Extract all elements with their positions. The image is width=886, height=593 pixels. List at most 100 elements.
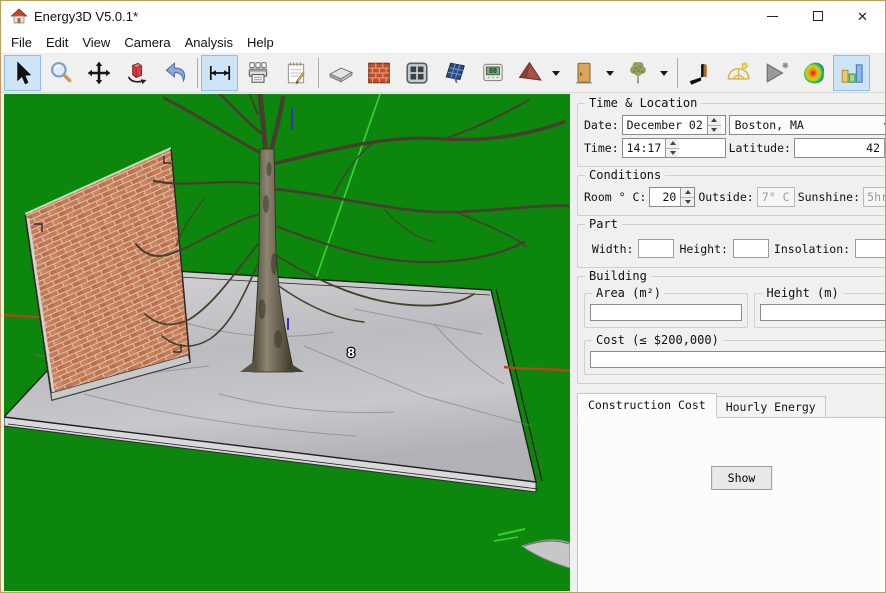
- wall-corner-icon: [687, 60, 713, 86]
- measure-tool-button[interactable]: [201, 55, 238, 91]
- building-area-subgroup: Area (m²): [584, 293, 748, 328]
- room-temp-spinner[interactable]: 20: [649, 187, 695, 207]
- sun-path-button[interactable]: [719, 55, 756, 91]
- app-house-icon: [10, 7, 28, 25]
- sunshine-field: 5hrs: [863, 187, 886, 207]
- undo-button[interactable]: [156, 55, 193, 91]
- menu-edit[interactable]: Edit: [39, 33, 75, 52]
- toolbar-separator: [677, 58, 678, 88]
- latitude-spinner[interactable]: 42: [794, 138, 886, 158]
- tab-construction-cost[interactable]: Construction Cost: [577, 393, 717, 418]
- solar-panel-tool-button[interactable]: [436, 55, 473, 91]
- select-tool-button[interactable]: [4, 55, 41, 91]
- show-button[interactable]: Show: [711, 466, 773, 490]
- city-select[interactable]: Boston, MA: [729, 115, 886, 135]
- annotation-button[interactable]: [277, 55, 314, 91]
- time-spin-down[interactable]: [666, 149, 679, 158]
- sensor-tool-button[interactable]: 88: [474, 55, 511, 91]
- time-value[interactable]: 14:17: [623, 139, 666, 157]
- printer-icon: [245, 60, 271, 86]
- menu-help[interactable]: Help: [240, 33, 281, 52]
- solar-panel-icon: [442, 60, 468, 86]
- menu-bar: File Edit View Camera Analysis Help: [1, 31, 885, 53]
- conditions-group: Conditions Room ° C: 20 Outside: 7° C Su…: [577, 175, 886, 216]
- animate-sun-button[interactable]: [757, 55, 794, 91]
- rotate-box-icon: [124, 60, 150, 86]
- date-label: Date:: [584, 118, 619, 132]
- tree-dropdown-icon[interactable]: [660, 71, 668, 76]
- part-insolation-label: Insolation:: [774, 242, 850, 256]
- time-location-group: Time & Location Date: December 02 Boston…: [577, 103, 886, 167]
- part-insolation-field: [855, 239, 886, 258]
- menu-analysis[interactable]: Analysis: [178, 33, 240, 52]
- tree-tool-button[interactable]: [620, 55, 673, 91]
- rotate-tool-button[interactable]: [118, 55, 155, 91]
- magnifier-icon: [48, 60, 74, 86]
- window-title: Energy3D V5.0.1*: [34, 9, 138, 24]
- pan-arrows-icon: [86, 60, 112, 86]
- pan-tool-button[interactable]: [80, 55, 117, 91]
- minimize-button[interactable]: [750, 1, 795, 31]
- part-width-field: [638, 239, 674, 258]
- building-cost-field: [590, 351, 886, 368]
- minimize-icon: [767, 16, 778, 17]
- roof-pyramid-icon: [517, 60, 543, 86]
- door-tool-button[interactable]: [566, 55, 619, 91]
- notepad-icon: [283, 60, 309, 86]
- building-group: Building Area (m²) Height (m) Cost (≤ $2…: [577, 276, 886, 384]
- latitude-value[interactable]: 42: [795, 139, 884, 157]
- maximize-icon: [813, 11, 823, 21]
- foundation-tool-button[interactable]: [322, 55, 359, 91]
- print-button[interactable]: [239, 55, 276, 91]
- menu-view[interactable]: View: [75, 33, 117, 52]
- zoom-tool-button[interactable]: [42, 55, 79, 91]
- viewport-3d[interactable]: 8: [4, 94, 570, 591]
- toolbar: 88: [1, 53, 885, 93]
- outside-temp-field: 7° C: [757, 187, 795, 207]
- shadow-tool-button[interactable]: [681, 55, 718, 91]
- date-spinner[interactable]: December 02: [622, 115, 726, 135]
- date-spin-down[interactable]: [708, 126, 721, 135]
- building-height-label: Height (m): [762, 286, 842, 300]
- title-bar: Energy3D V5.0.1* ✕: [1, 1, 885, 31]
- part-height-label: Height:: [679, 242, 727, 256]
- building-cost-label: Cost (≤ $200,000): [592, 333, 723, 347]
- time-spinner[interactable]: 14:17: [622, 138, 726, 158]
- toolbar-separator: [197, 58, 198, 88]
- door-icon: [571, 60, 597, 86]
- heatmap-button[interactable]: [795, 55, 832, 91]
- menu-camera[interactable]: Camera: [117, 33, 177, 52]
- city-value: Boston, MA: [735, 118, 804, 132]
- latitude-label: Latitude:: [729, 141, 791, 155]
- roof-dropdown-icon[interactable]: [552, 71, 560, 76]
- tab-content-pane: Show: [577, 417, 886, 593]
- tree-height-label: 8: [347, 346, 355, 360]
- building-area-field: [590, 304, 742, 321]
- door-dropdown-icon[interactable]: [606, 71, 614, 76]
- wall-tool-button[interactable]: [360, 55, 397, 91]
- time-spin-up[interactable]: [666, 139, 679, 149]
- close-button[interactable]: ✕: [840, 1, 885, 31]
- tree-icon: [625, 60, 651, 86]
- time-label: Time:: [584, 141, 619, 155]
- roof-tool-button[interactable]: [512, 55, 565, 91]
- energy-graph-button[interactable]: [833, 55, 870, 91]
- room-spin-up[interactable]: [681, 188, 694, 198]
- date-spin-up[interactable]: [708, 116, 721, 126]
- room-temp-value[interactable]: 20: [650, 188, 680, 206]
- svg-text:88: 88: [489, 68, 497, 75]
- window-grid-icon: [404, 60, 430, 86]
- window-tool-button[interactable]: [398, 55, 435, 91]
- date-value[interactable]: December 02: [623, 116, 707, 134]
- sunshine-label: Sunshine:: [798, 190, 860, 204]
- time-location-title: Time & Location: [585, 96, 701, 110]
- part-height-field: [733, 239, 769, 258]
- part-title: Part: [585, 217, 622, 231]
- menu-file[interactable]: File: [4, 33, 39, 52]
- sun-dome-icon: [725, 60, 751, 86]
- building-cost-subgroup: Cost (≤ $200,000): [584, 340, 886, 375]
- tab-hourly-energy[interactable]: Hourly Energy: [717, 396, 826, 418]
- maximize-button[interactable]: [795, 1, 840, 31]
- room-spin-down[interactable]: [681, 198, 694, 207]
- app-window: Energy3D V5.0.1* ✕ File Edit View Camera…: [0, 0, 886, 593]
